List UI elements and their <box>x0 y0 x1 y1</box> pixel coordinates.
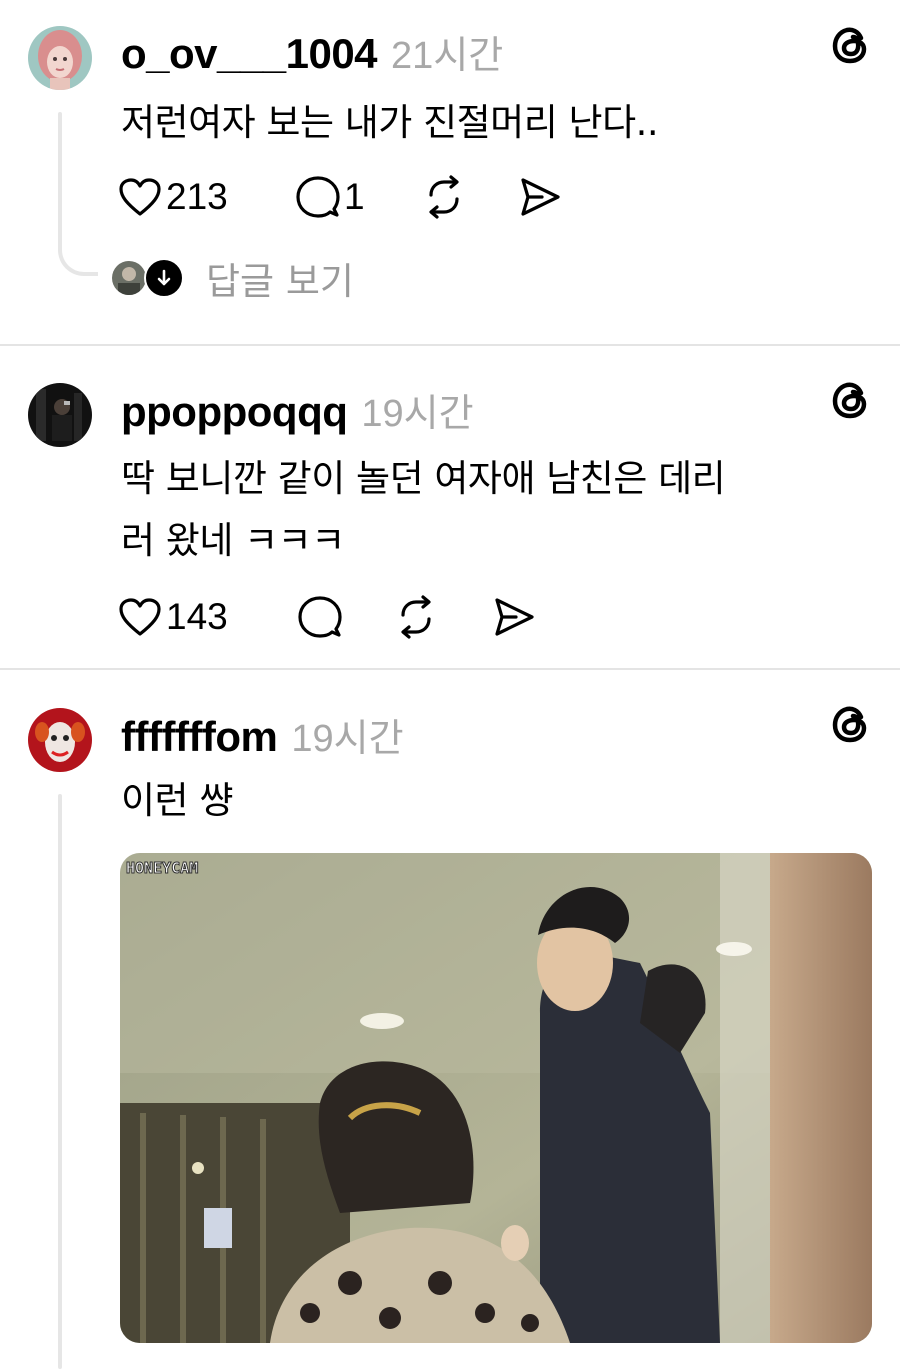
thread-line <box>58 794 62 1369</box>
comment-icon <box>296 176 340 218</box>
action-bar: 213 1 <box>118 174 578 220</box>
heart-icon <box>119 598 161 636</box>
heart-icon <box>119 178 161 216</box>
post-text: 딱 보니깐 같이 놀던 여자애 남친은 데리 러 왔네 ㅋㅋㅋ <box>121 448 881 572</box>
comment-icon <box>298 596 342 638</box>
timestamp: 21시간 <box>391 35 504 77</box>
threads-logo-icon[interactable] <box>830 24 872 66</box>
view-replies[interactable]: 답글 보기 <box>110 256 354 303</box>
post-text-line: 딱 보니깐 같이 놀던 여자애 남친은 데리 <box>121 457 726 500</box>
video-watermark: HONEYCAM <box>125 859 199 878</box>
avatar[interactable] <box>28 708 92 772</box>
thread-line <box>58 112 62 250</box>
arrow-down-icon <box>144 258 184 298</box>
threads-logo-icon[interactable] <box>830 379 872 421</box>
share-icon <box>495 598 534 636</box>
avatar[interactable] <box>28 383 92 447</box>
post-header: ppoppoqqq 19시간 <box>121 382 474 437</box>
threads-logo-icon[interactable] <box>830 703 872 745</box>
post-text: 저런여자 보는 내가 진절머리 난다.. <box>121 101 659 144</box>
action-bar: 143 <box>118 594 548 640</box>
share-icon <box>521 178 560 216</box>
post-3: fffffffom 19시간 이런 썅 HONEYCAM <box>0 670 900 1369</box>
post-text: 이런 썅 <box>121 779 233 822</box>
repost-button[interactable] <box>422 174 466 220</box>
username[interactable]: fffffffom <box>121 713 278 761</box>
reply-avatar <box>110 259 148 297</box>
like-count: 213 <box>166 176 228 217</box>
post-1: o_ov___1004 21시간 저런여자 보는 내가 진절머리 난다.. 21… <box>0 0 900 345</box>
share-button[interactable] <box>518 174 562 220</box>
post-2: ppoppoqqq 19시간 딱 보니깐 같이 놀던 여자애 남친은 데리 러 … <box>0 346 900 668</box>
timestamp: 19시간 <box>291 718 404 760</box>
like-count: 143 <box>166 596 228 637</box>
like-button[interactable]: 213 <box>118 174 228 220</box>
post-text-line: 러 왔네 ㅋㅋㅋ <box>121 519 345 562</box>
video-frame <box>120 853 872 1343</box>
comment-count: 1 <box>344 176 365 217</box>
video-thumbnail[interactable]: HONEYCAM <box>120 853 872 1343</box>
avatar[interactable] <box>28 26 92 90</box>
post-header: o_ov___1004 21시간 <box>121 24 503 79</box>
post-header: fffffffom 19시간 <box>121 707 404 762</box>
like-button[interactable]: 143 <box>118 594 228 640</box>
username[interactable]: ppoppoqqq <box>121 388 348 436</box>
username[interactable]: o_ov___1004 <box>121 30 378 78</box>
comment-button[interactable]: 1 <box>296 174 365 220</box>
view-replies-label: 답글 보기 <box>206 260 354 303</box>
share-button[interactable] <box>492 594 536 640</box>
repost-icon <box>429 175 459 219</box>
comment-button[interactable] <box>298 594 342 640</box>
repost-icon <box>401 595 431 639</box>
repost-button[interactable] <box>394 594 438 640</box>
thread-curve <box>58 246 98 276</box>
timestamp: 19시간 <box>361 393 474 435</box>
